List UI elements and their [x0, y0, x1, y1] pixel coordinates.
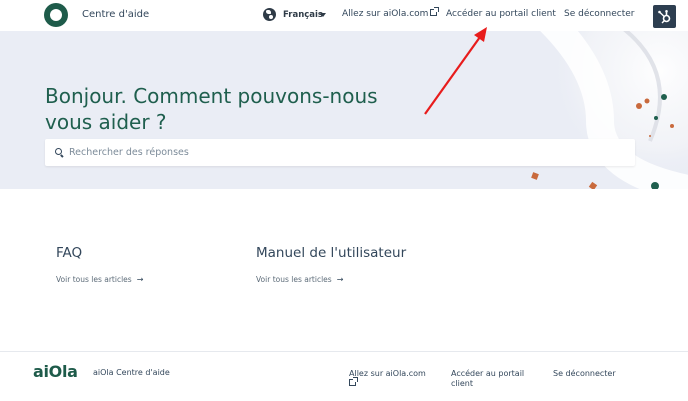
arrow-right-icon: → — [336, 275, 344, 284]
help-center-title[interactable]: Centre d'aide — [82, 9, 149, 20]
search-icon — [55, 148, 62, 155]
chevron-down-icon[interactable] — [320, 13, 326, 17]
top-navbar: Centre d'aide Français Allez sur aiOla.c… — [0, 0, 688, 31]
view-all-articles-link[interactable]: Voir tous les articles → — [256, 275, 343, 284]
hubspot-sprocket-icon[interactable] — [653, 5, 676, 28]
language-selector[interactable]: Français — [283, 10, 323, 20]
external-link-icon — [430, 7, 440, 16]
search-input[interactable]: Rechercher des réponses — [45, 139, 635, 166]
footer-customer-portal-link[interactable]: Accéder au portail client — [451, 369, 541, 389]
category-title[interactable]: FAQ — [56, 245, 82, 261]
footer-aiola-logo[interactable]: aiOla — [33, 362, 78, 381]
nav-aiola-site-label: Allez sur aiOla.com — [342, 9, 429, 19]
search-placeholder: Rechercher des réponses — [69, 147, 189, 158]
aiola-logo-icon[interactable] — [44, 3, 68, 27]
nav-aiola-site-link[interactable]: Allez sur aiOla.com — [342, 7, 440, 19]
hero-heading: Bonjour. Comment pouvons-nous vous aider… — [45, 84, 378, 134]
hero-section: Bonjour. Comment pouvons-nous vous aider… — [0, 31, 688, 189]
footer-aiola-site-label: Allez sur aiOla.com — [349, 369, 426, 378]
arrow-right-icon: → — [136, 275, 144, 284]
footer-aiola-site-link[interactable]: Allez sur aiOla.com — [349, 369, 439, 389]
category-title[interactable]: Manuel de l'utilisateur — [256, 245, 406, 261]
footer-divider — [0, 351, 688, 352]
external-link-icon — [349, 377, 358, 386]
footer-logout-link[interactable]: Se déconnecter — [553, 369, 616, 379]
view-all-articles-link[interactable]: Voir tous les articles → — [56, 275, 143, 284]
globe-icon[interactable] — [263, 8, 276, 21]
nav-customer-portal-link[interactable]: Accéder au portail client — [446, 9, 556, 19]
nav-logout-link[interactable]: Se déconnecter — [564, 9, 634, 19]
view-all-articles-label: Voir tous les articles — [56, 275, 132, 284]
view-all-articles-label: Voir tous les articles — [256, 275, 332, 284]
footer-brand-title: aiOla Centre d'aide — [93, 368, 170, 377]
